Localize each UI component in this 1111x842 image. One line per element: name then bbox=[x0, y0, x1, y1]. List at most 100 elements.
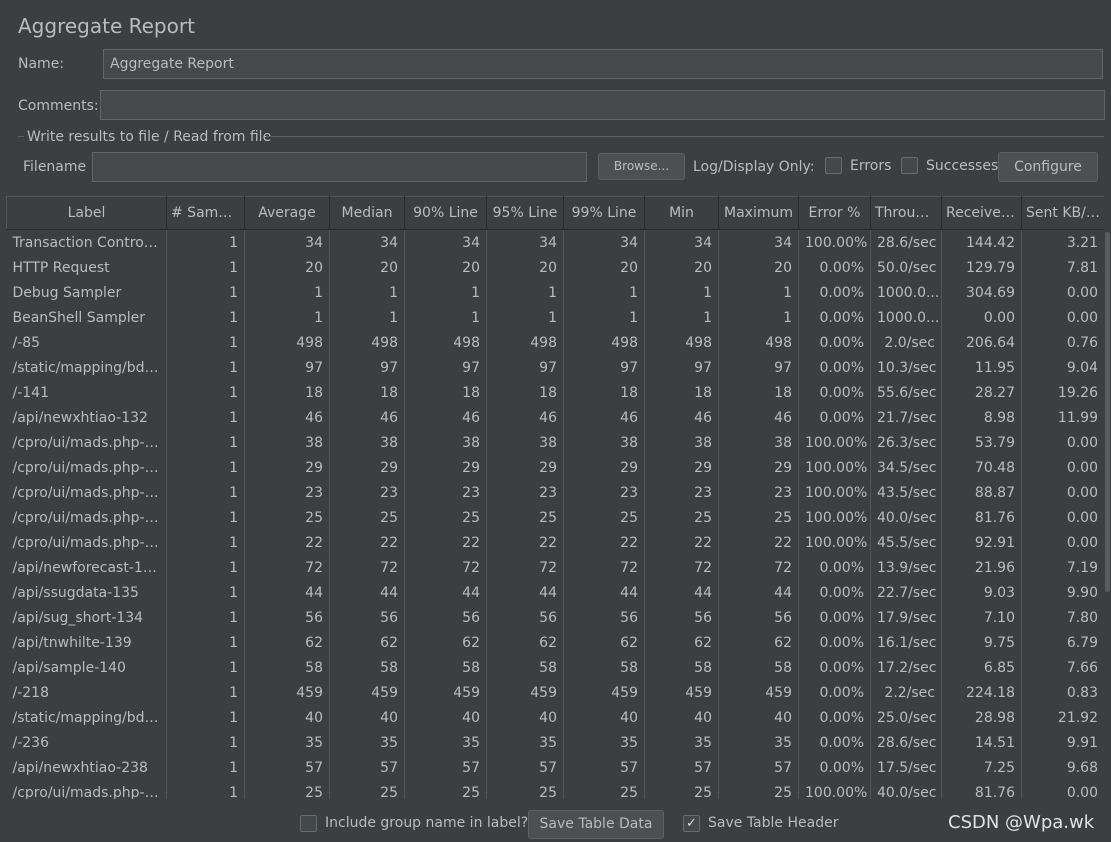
column-header[interactable]: Throug... bbox=[870, 196, 942, 230]
table-cell: 18 bbox=[486, 380, 564, 405]
table-cell: 498 bbox=[244, 330, 330, 355]
column-header[interactable]: # Sampl... bbox=[166, 196, 245, 230]
table-cell: 38 bbox=[486, 430, 564, 455]
column-header[interactable]: 99% Line bbox=[563, 196, 645, 230]
column-header[interactable]: Label bbox=[6, 196, 167, 230]
filename-label: Filename bbox=[23, 159, 87, 175]
table-cell: 1 bbox=[166, 780, 245, 799]
panel-title: Aggregate Report bbox=[18, 14, 195, 38]
table-cell: 0.00 bbox=[1021, 430, 1104, 455]
table-cell: 29 bbox=[644, 455, 719, 480]
column-header[interactable]: Average bbox=[244, 196, 330, 230]
table-row[interactable]: /-85 1 498 498 498 498 498 498 498 0.00% 2.0/sec 20… bbox=[6, 330, 1104, 355]
table-cell: 0.00% bbox=[798, 730, 871, 755]
table-row[interactable]: /api/sug_short-134 1 56 56 56 56 56 56 56 0.00% 17… bbox=[6, 605, 1104, 630]
table-cell: 1 bbox=[244, 280, 330, 305]
row-label-cell: /-218 bbox=[6, 680, 167, 705]
column-header[interactable]: Received... bbox=[941, 196, 1022, 230]
table-cell: 29 bbox=[486, 455, 564, 480]
table-row[interactable]: /api/newforecast-133 1 72 72 72 72 72 72 72 0.00%… bbox=[6, 555, 1104, 580]
table-row[interactable]: HTTP Request 1 20 20 20 20 20 20 20 0.00% 50.0/sec… bbox=[6, 255, 1104, 280]
table-row[interactable]: /static/mapping/bd.... 1 40 40 40 40 40 40 40 0.0… bbox=[6, 705, 1104, 730]
table-cell: 9.03 bbox=[941, 580, 1022, 605]
table-cell: 17.9/sec bbox=[870, 605, 942, 630]
table-cell: 40.0/sec bbox=[870, 780, 942, 799]
table-cell: 498 bbox=[486, 330, 564, 355]
table-cell: 23 bbox=[404, 480, 487, 505]
table-row[interactable]: /static/mapping/bd.... 1 97 97 97 97 97 97 97 0.0… bbox=[6, 355, 1104, 380]
errors-checkbox[interactable] bbox=[825, 157, 842, 174]
scrollbar-thumb[interactable] bbox=[1105, 232, 1110, 592]
table-cell: 29 bbox=[244, 455, 330, 480]
table-cell: 44 bbox=[329, 580, 405, 605]
table-cell: 58 bbox=[563, 655, 645, 680]
table-cell: 62 bbox=[486, 630, 564, 655]
table-cell: 1 bbox=[166, 730, 245, 755]
table-cell: 7.80 bbox=[1021, 605, 1104, 630]
table-row[interactable]: /api/sample-140 1 58 58 58 58 58 58 58 0.00% 17.2/… bbox=[6, 655, 1104, 680]
column-header[interactable]: Maximum bbox=[718, 196, 799, 230]
table-row[interactable]: /cpro/ui/mads.php-1... 1 38 38 38 38 38 38 38 100… bbox=[6, 430, 1104, 455]
table-cell: 1000.0... bbox=[870, 305, 942, 330]
table-cell: 35 bbox=[404, 730, 487, 755]
configure-button[interactable]: Configure bbox=[998, 152, 1098, 182]
table-cell: 100.00% bbox=[798, 455, 871, 480]
comments-field[interactable] bbox=[100, 90, 1105, 120]
table-cell: 0.00% bbox=[798, 305, 871, 330]
successes-checkbox[interactable] bbox=[901, 157, 918, 174]
table-cell: 29 bbox=[329, 455, 405, 480]
table-cell: 25 bbox=[404, 780, 487, 799]
table-cell: 57 bbox=[644, 755, 719, 780]
table-cell: 72 bbox=[244, 555, 330, 580]
table-cell: 18 bbox=[563, 380, 645, 405]
table-cell: 1 bbox=[166, 655, 245, 680]
table-row[interactable]: /cpro/ui/mads.php-1... 1 23 23 23 23 23 23 23 100… bbox=[6, 480, 1104, 505]
table-cell: 40 bbox=[404, 705, 487, 730]
table-scrollbar[interactable] bbox=[1104, 196, 1111, 799]
table-cell: 97 bbox=[486, 355, 564, 380]
table-row[interactable]: Debug Sampler 1 1 1 1 1 1 1 1 0.00% 1000.0... 304.6… bbox=[6, 280, 1104, 305]
column-header[interactable]: Sent KB/s... bbox=[1021, 196, 1104, 230]
column-header[interactable]: Error % bbox=[798, 196, 871, 230]
table-row[interactable]: /-236 1 35 35 35 35 35 35 35 0.00% 28.6/sec 14.51 9.… bbox=[6, 730, 1104, 755]
table-cell: 1 bbox=[329, 305, 405, 330]
table-cell: 34 bbox=[404, 229, 487, 255]
table-cell: 1 bbox=[166, 330, 245, 355]
column-header[interactable]: Min bbox=[644, 196, 719, 230]
save-table-data-button[interactable]: Save Table Data bbox=[528, 810, 664, 839]
table-cell: 72 bbox=[404, 555, 487, 580]
table-row[interactable]: /api/ssugdata-135 1 44 44 44 44 44 44 44 0.00% 22.… bbox=[6, 580, 1104, 605]
table-row[interactable]: /api/newxhtiao-238 1 57 57 57 57 57 57 57 0.00% 17… bbox=[6, 755, 1104, 780]
table-cell: 0.00% bbox=[798, 655, 871, 680]
column-header[interactable]: 90% Line bbox=[404, 196, 487, 230]
table-row[interactable]: /-218 1 459 459 459 459 459 459 459 0.00% 2.2/sec 2… bbox=[6, 680, 1104, 705]
table-cell: 34 bbox=[486, 229, 564, 255]
row-label-cell: /static/mapping/bd.... bbox=[6, 705, 167, 730]
table-row[interactable]: /api/newxhtiao-132 1 46 46 46 46 46 46 46 0.00% 21… bbox=[6, 405, 1104, 430]
table-row[interactable]: BeanShell Sampler 1 1 1 1 1 1 1 1 0.00% 1000.0... 0… bbox=[6, 305, 1104, 330]
table-cell: 34 bbox=[563, 229, 645, 255]
table-row[interactable]: /cpro/ui/mads.php-1... 1 22 22 22 22 22 22 22 100… bbox=[6, 530, 1104, 555]
save-table-header-checkbox[interactable]: ✓ bbox=[683, 815, 700, 832]
table-row[interactable]: /api/tnwhilte-139 1 62 62 62 62 62 62 62 0.00% 16.… bbox=[6, 630, 1104, 655]
table-row[interactable]: Transaction Controller 1 34 34 34 34 34 34 34 100… bbox=[6, 229, 1104, 255]
table-cell: 144.42 bbox=[941, 229, 1022, 255]
table-row[interactable]: /cpro/ui/mads.php-1... 1 29 29 29 29 29 29 29 100… bbox=[6, 455, 1104, 480]
table-cell: 23 bbox=[244, 480, 330, 505]
name-field[interactable]: Aggregate Report bbox=[103, 49, 1103, 79]
column-header[interactable]: Median bbox=[329, 196, 405, 230]
include-group-checkbox[interactable] bbox=[300, 815, 317, 832]
table-row[interactable]: /cpro/ui/mads.php-2... 1 25 25 25 25 25 25 25 100… bbox=[6, 780, 1104, 799]
table-cell: 29 bbox=[718, 455, 799, 480]
table-cell: 1 bbox=[166, 380, 245, 405]
table-row[interactable]: /cpro/ui/mads.php-1... 1 25 25 25 25 25 25 25 100… bbox=[6, 505, 1104, 530]
table-cell: 22 bbox=[486, 530, 564, 555]
table-row[interactable]: /-141 1 18 18 18 18 18 18 18 0.00% 55.6/sec 28.27 19… bbox=[6, 380, 1104, 405]
table-cell: 1000.0... bbox=[870, 280, 942, 305]
table-cell: 58 bbox=[644, 655, 719, 680]
table-cell: 35 bbox=[563, 730, 645, 755]
browse-button[interactable]: Browse... bbox=[598, 153, 685, 180]
filename-field[interactable] bbox=[92, 152, 587, 182]
column-header[interactable]: 95% Line bbox=[486, 196, 564, 230]
row-label-cell: /cpro/ui/mads.php-1... bbox=[6, 430, 167, 455]
